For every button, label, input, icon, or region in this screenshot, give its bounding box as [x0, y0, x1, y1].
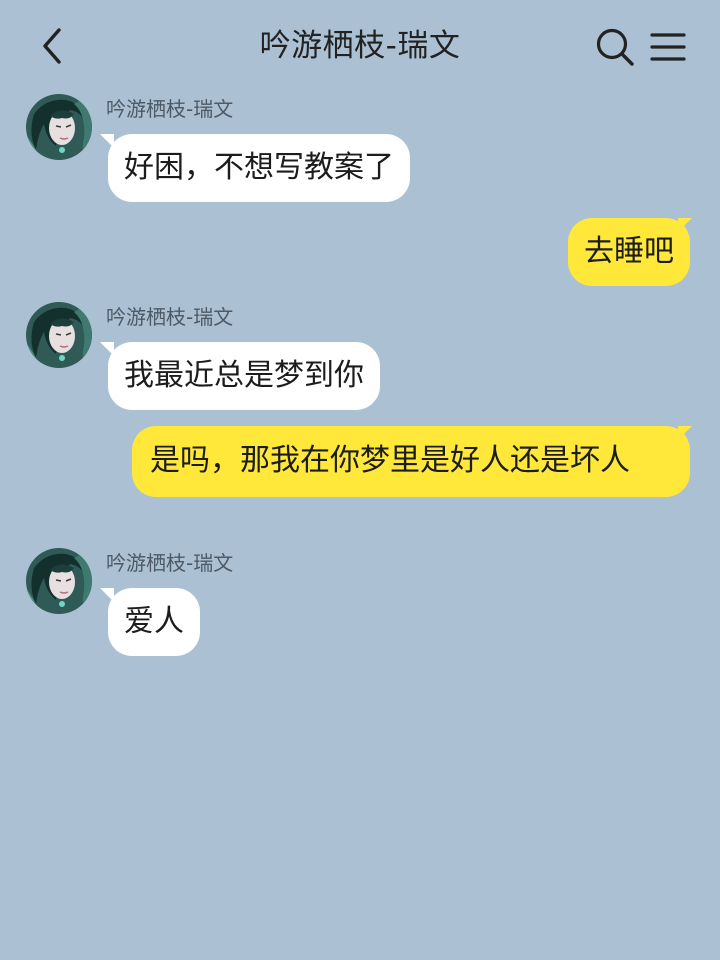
avatar[interactable] [26, 94, 92, 160]
character-portrait-icon [26, 548, 92, 614]
character-portrait-icon [26, 302, 92, 368]
sender-name: 吟游栖枝-瑞文 [106, 97, 234, 121]
search-icon [596, 28, 634, 66]
chat-title: 吟游栖枝-瑞文 [259, 28, 461, 64]
avatar[interactable] [26, 548, 92, 614]
incoming-message-bubble[interactable]: 我最近总是梦到你 [108, 342, 380, 410]
avatar[interactable] [26, 302, 92, 368]
chevron-left-icon [43, 28, 61, 64]
menu-icon [650, 33, 686, 61]
incoming-message-bubble[interactable]: 爱人 [108, 588, 200, 656]
character-portrait-icon [26, 94, 92, 160]
sender-name: 吟游栖枝-瑞文 [106, 551, 234, 575]
back-button[interactable] [30, 24, 74, 68]
search-button[interactable] [594, 26, 636, 68]
sender-name: 吟游栖枝-瑞文 [106, 305, 234, 329]
outgoing-message-bubble[interactable]: 去睡吧 [568, 218, 690, 286]
menu-button[interactable] [648, 28, 688, 66]
outgoing-message-bubble[interactable]: 是吗，那我在你梦里是好人还是坏人 [132, 426, 690, 497]
incoming-message-bubble[interactable]: 好困，不想写教案了 [108, 134, 410, 202]
chat-header: 吟游栖枝-瑞文 [0, 0, 720, 94]
